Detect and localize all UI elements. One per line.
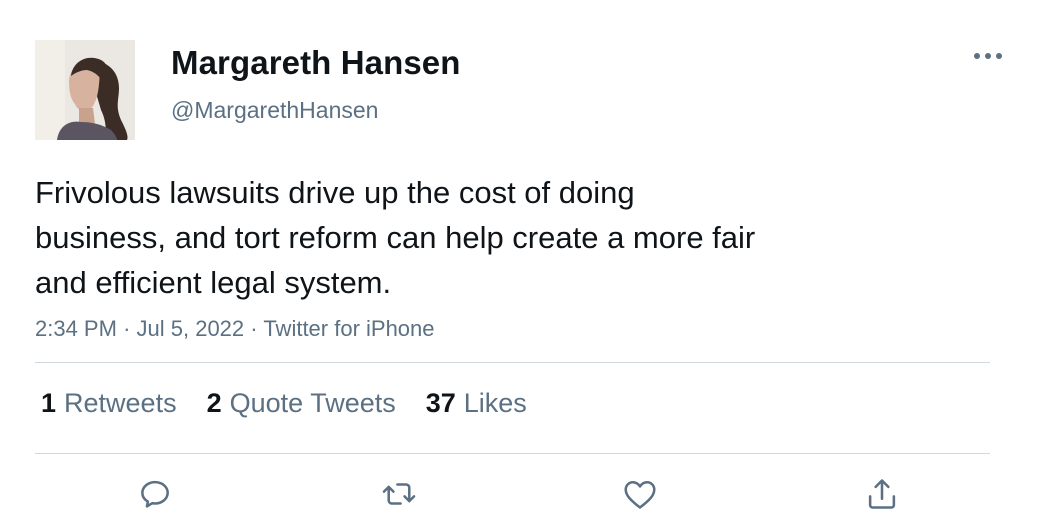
retweet-button[interactable]	[377, 472, 421, 516]
tweet-time[interactable]: 2:34 PM	[35, 316, 117, 341]
avatar-photo	[35, 40, 135, 140]
retweets-label: Retweets	[64, 388, 177, 418]
avatar[interactable]	[35, 40, 135, 140]
likes-count: 37	[425, 388, 456, 418]
reply-button[interactable]	[133, 472, 177, 516]
meta-separator: ·	[123, 316, 137, 341]
tweet-meta: 2:34 PM · Jul 5, 2022 · Twitter for iPho…	[35, 316, 435, 342]
retweets-count: 1	[41, 388, 57, 418]
heart-icon	[624, 481, 656, 509]
likes-stat[interactable]: 37 Likes	[426, 388, 527, 419]
tweet-date[interactable]: Jul 5, 2022	[137, 316, 245, 341]
reply-icon	[141, 480, 169, 508]
like-button[interactable]	[618, 472, 662, 516]
author-name[interactable]: Margareth Hansen	[171, 44, 461, 82]
likes-label: Likes	[463, 388, 527, 418]
more-options-button[interactable]	[970, 42, 1006, 70]
share-button[interactable]	[860, 472, 904, 516]
tweet-card: Margareth Hansen @MargarethHansen Frivol…	[0, 0, 1050, 525]
meta-separator: ·	[250, 316, 264, 341]
quote-tweets-stat[interactable]: 2 Quote Tweets	[207, 388, 396, 419]
share-icon	[868, 479, 896, 509]
divider	[35, 453, 990, 454]
author-handle[interactable]: @MargarethHansen	[171, 97, 378, 124]
retweets-stat[interactable]: 1 Retweets	[41, 388, 177, 419]
tweet-actions	[0, 472, 1050, 518]
tweet-stats: 1 Retweets 2 Quote Tweets 37 Likes	[41, 388, 527, 419]
quote-tweets-count: 2	[206, 388, 222, 418]
retweet-icon	[382, 483, 416, 505]
more-horizontal-icon	[974, 53, 1002, 59]
divider	[35, 362, 990, 363]
quote-tweets-label: Quote Tweets	[229, 388, 396, 418]
tweet-source[interactable]: Twitter for iPhone	[263, 316, 434, 341]
tweet-text: Frivolous lawsuits drive up the cost of …	[35, 175, 756, 300]
